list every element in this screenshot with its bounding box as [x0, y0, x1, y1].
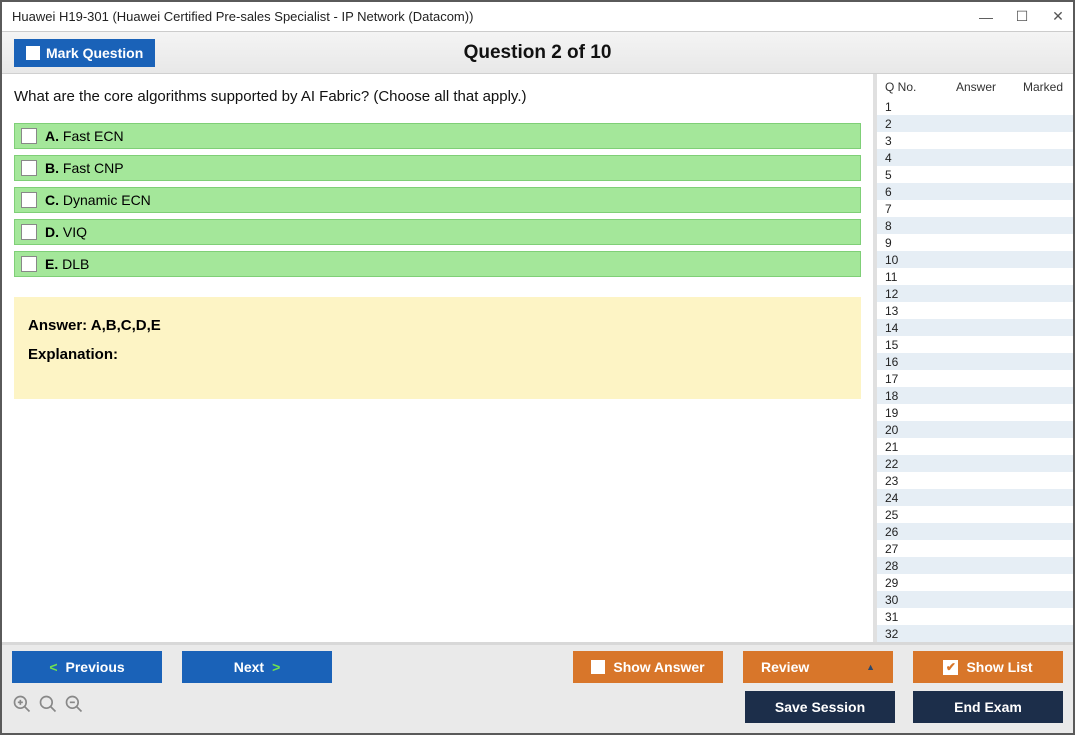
show-list-label: Show List: [966, 659, 1032, 675]
option-checkbox[interactable]: [21, 160, 37, 176]
question-row[interactable]: 16: [877, 353, 1073, 370]
question-row[interactable]: 3: [877, 132, 1073, 149]
titlebar: Huawei H19-301 (Huawei Certified Pre-sal…: [2, 2, 1073, 32]
save-session-label: Save Session: [775, 699, 865, 715]
show-list-button[interactable]: ✔ Show List: [913, 651, 1063, 683]
explanation-label: Explanation:: [28, 346, 847, 363]
maximize-icon[interactable]: ☐: [1015, 8, 1029, 25]
question-row[interactable]: 22: [877, 455, 1073, 472]
app-window: Huawei H19-301 (Huawei Certified Pre-sal…: [0, 0, 1075, 735]
question-row[interactable]: 29: [877, 574, 1073, 591]
show-answer-label: Show Answer: [613, 659, 704, 675]
option-d[interactable]: D. VIQ: [14, 219, 861, 245]
question-row[interactable]: 13: [877, 302, 1073, 319]
show-answer-button[interactable]: Show Answer: [573, 651, 723, 683]
main-pane: What are the core algorithms supported b…: [2, 74, 873, 642]
window-title: Huawei H19-301 (Huawei Certified Pre-sal…: [12, 9, 473, 24]
review-button[interactable]: Review ▲: [743, 651, 893, 683]
question-row[interactable]: 25: [877, 506, 1073, 523]
option-checkbox[interactable]: [21, 192, 37, 208]
question-row[interactable]: 7: [877, 200, 1073, 217]
close-icon[interactable]: ✕: [1051, 8, 1065, 25]
zoom-icon[interactable]: [38, 694, 58, 720]
zoom-controls: [12, 694, 84, 720]
col-answer: Answer: [933, 80, 1019, 94]
question-row[interactable]: 15: [877, 336, 1073, 353]
answer-panel: Answer: A,B,C,D,E Explanation:: [14, 297, 861, 399]
question-row[interactable]: 6: [877, 183, 1073, 200]
question-row[interactable]: 19: [877, 404, 1073, 421]
save-session-button[interactable]: Save Session: [745, 691, 895, 723]
question-counter: Question 2 of 10: [464, 42, 612, 64]
next-label: Next: [234, 659, 264, 675]
question-row[interactable]: 24: [877, 489, 1073, 506]
question-row[interactable]: 23: [877, 472, 1073, 489]
options-list: A. Fast ECN B. Fast CNP C. Dynamic ECN D. V…: [14, 123, 861, 277]
mark-checkbox-icon: [26, 46, 40, 60]
zoom-in-icon[interactable]: [12, 694, 32, 720]
question-row[interactable]: 10: [877, 251, 1073, 268]
previous-button[interactable]: < Previous: [12, 651, 162, 683]
question-row[interactable]: 2: [877, 115, 1073, 132]
option-label: D. VIQ: [45, 224, 87, 240]
footer-secondary-row: Save Session End Exam: [12, 691, 1063, 723]
chevron-right-icon: >: [272, 659, 280, 675]
review-label: Review: [761, 659, 809, 675]
option-checkbox[interactable]: [21, 224, 37, 240]
question-list-pane: Q No. Answer Marked 12345678910111213141…: [873, 74, 1073, 642]
question-row[interactable]: 28: [877, 557, 1073, 574]
option-label: A. Fast ECN: [45, 128, 124, 144]
chevron-up-icon: ▲: [866, 662, 875, 672]
question-row[interactable]: 11: [877, 268, 1073, 285]
end-exam-label: End Exam: [954, 699, 1022, 715]
option-checkbox[interactable]: [21, 128, 37, 144]
body: What are the core algorithms supported b…: [2, 74, 1073, 642]
col-marked: Marked: [1019, 80, 1069, 94]
option-label: C. Dynamic ECN: [45, 192, 151, 208]
end-exam-button[interactable]: End Exam: [913, 691, 1063, 723]
question-row[interactable]: 18: [877, 387, 1073, 404]
previous-label: Previous: [66, 659, 125, 675]
question-row[interactable]: 1: [877, 98, 1073, 115]
question-row[interactable]: 8: [877, 217, 1073, 234]
question-row[interactable]: 30: [877, 591, 1073, 608]
question-row[interactable]: 9: [877, 234, 1073, 251]
footer: < Previous Next > Show Answer Review ▲ ✔…: [2, 642, 1073, 733]
question-row[interactable]: 17: [877, 370, 1073, 387]
option-a[interactable]: A. Fast ECN: [14, 123, 861, 149]
question-row[interactable]: 12: [877, 285, 1073, 302]
col-qno: Q No.: [885, 80, 933, 94]
next-button[interactable]: Next >: [182, 651, 332, 683]
answer-line: Answer: A,B,C,D,E: [28, 317, 847, 334]
question-row[interactable]: 21: [877, 438, 1073, 455]
chevron-left-icon: <: [49, 659, 57, 675]
question-list-header: Q No. Answer Marked: [877, 74, 1073, 98]
question-row[interactable]: 31: [877, 608, 1073, 625]
option-label: B. Fast CNP: [45, 160, 124, 176]
question-row[interactable]: 14: [877, 319, 1073, 336]
question-text: What are the core algorithms supported b…: [14, 88, 861, 105]
option-checkbox[interactable]: [21, 256, 37, 272]
window-controls: — ☐ ✕: [979, 8, 1065, 25]
question-row[interactable]: 5: [877, 166, 1073, 183]
show-list-checked-icon: ✔: [943, 660, 958, 675]
minimize-icon[interactable]: —: [979, 9, 993, 25]
header-bar: Mark Question Question 2 of 10: [2, 32, 1073, 74]
option-label: E. DLB: [45, 256, 89, 272]
question-row[interactable]: 20: [877, 421, 1073, 438]
mark-question-button[interactable]: Mark Question: [14, 39, 155, 67]
zoom-out-icon[interactable]: [64, 694, 84, 720]
question-list[interactable]: 1234567891011121314151617181920212223242…: [877, 98, 1073, 642]
mark-question-label: Mark Question: [46, 45, 143, 61]
question-row[interactable]: 26: [877, 523, 1073, 540]
option-e[interactable]: E. DLB: [14, 251, 861, 277]
option-b[interactable]: B. Fast CNP: [14, 155, 861, 181]
show-answer-checkbox-icon: [591, 660, 605, 674]
question-row[interactable]: 32: [877, 625, 1073, 642]
footer-primary-row: < Previous Next > Show Answer Review ▲ ✔…: [12, 651, 1063, 683]
question-row[interactable]: 27: [877, 540, 1073, 557]
question-row[interactable]: 4: [877, 149, 1073, 166]
option-c[interactable]: C. Dynamic ECN: [14, 187, 861, 213]
